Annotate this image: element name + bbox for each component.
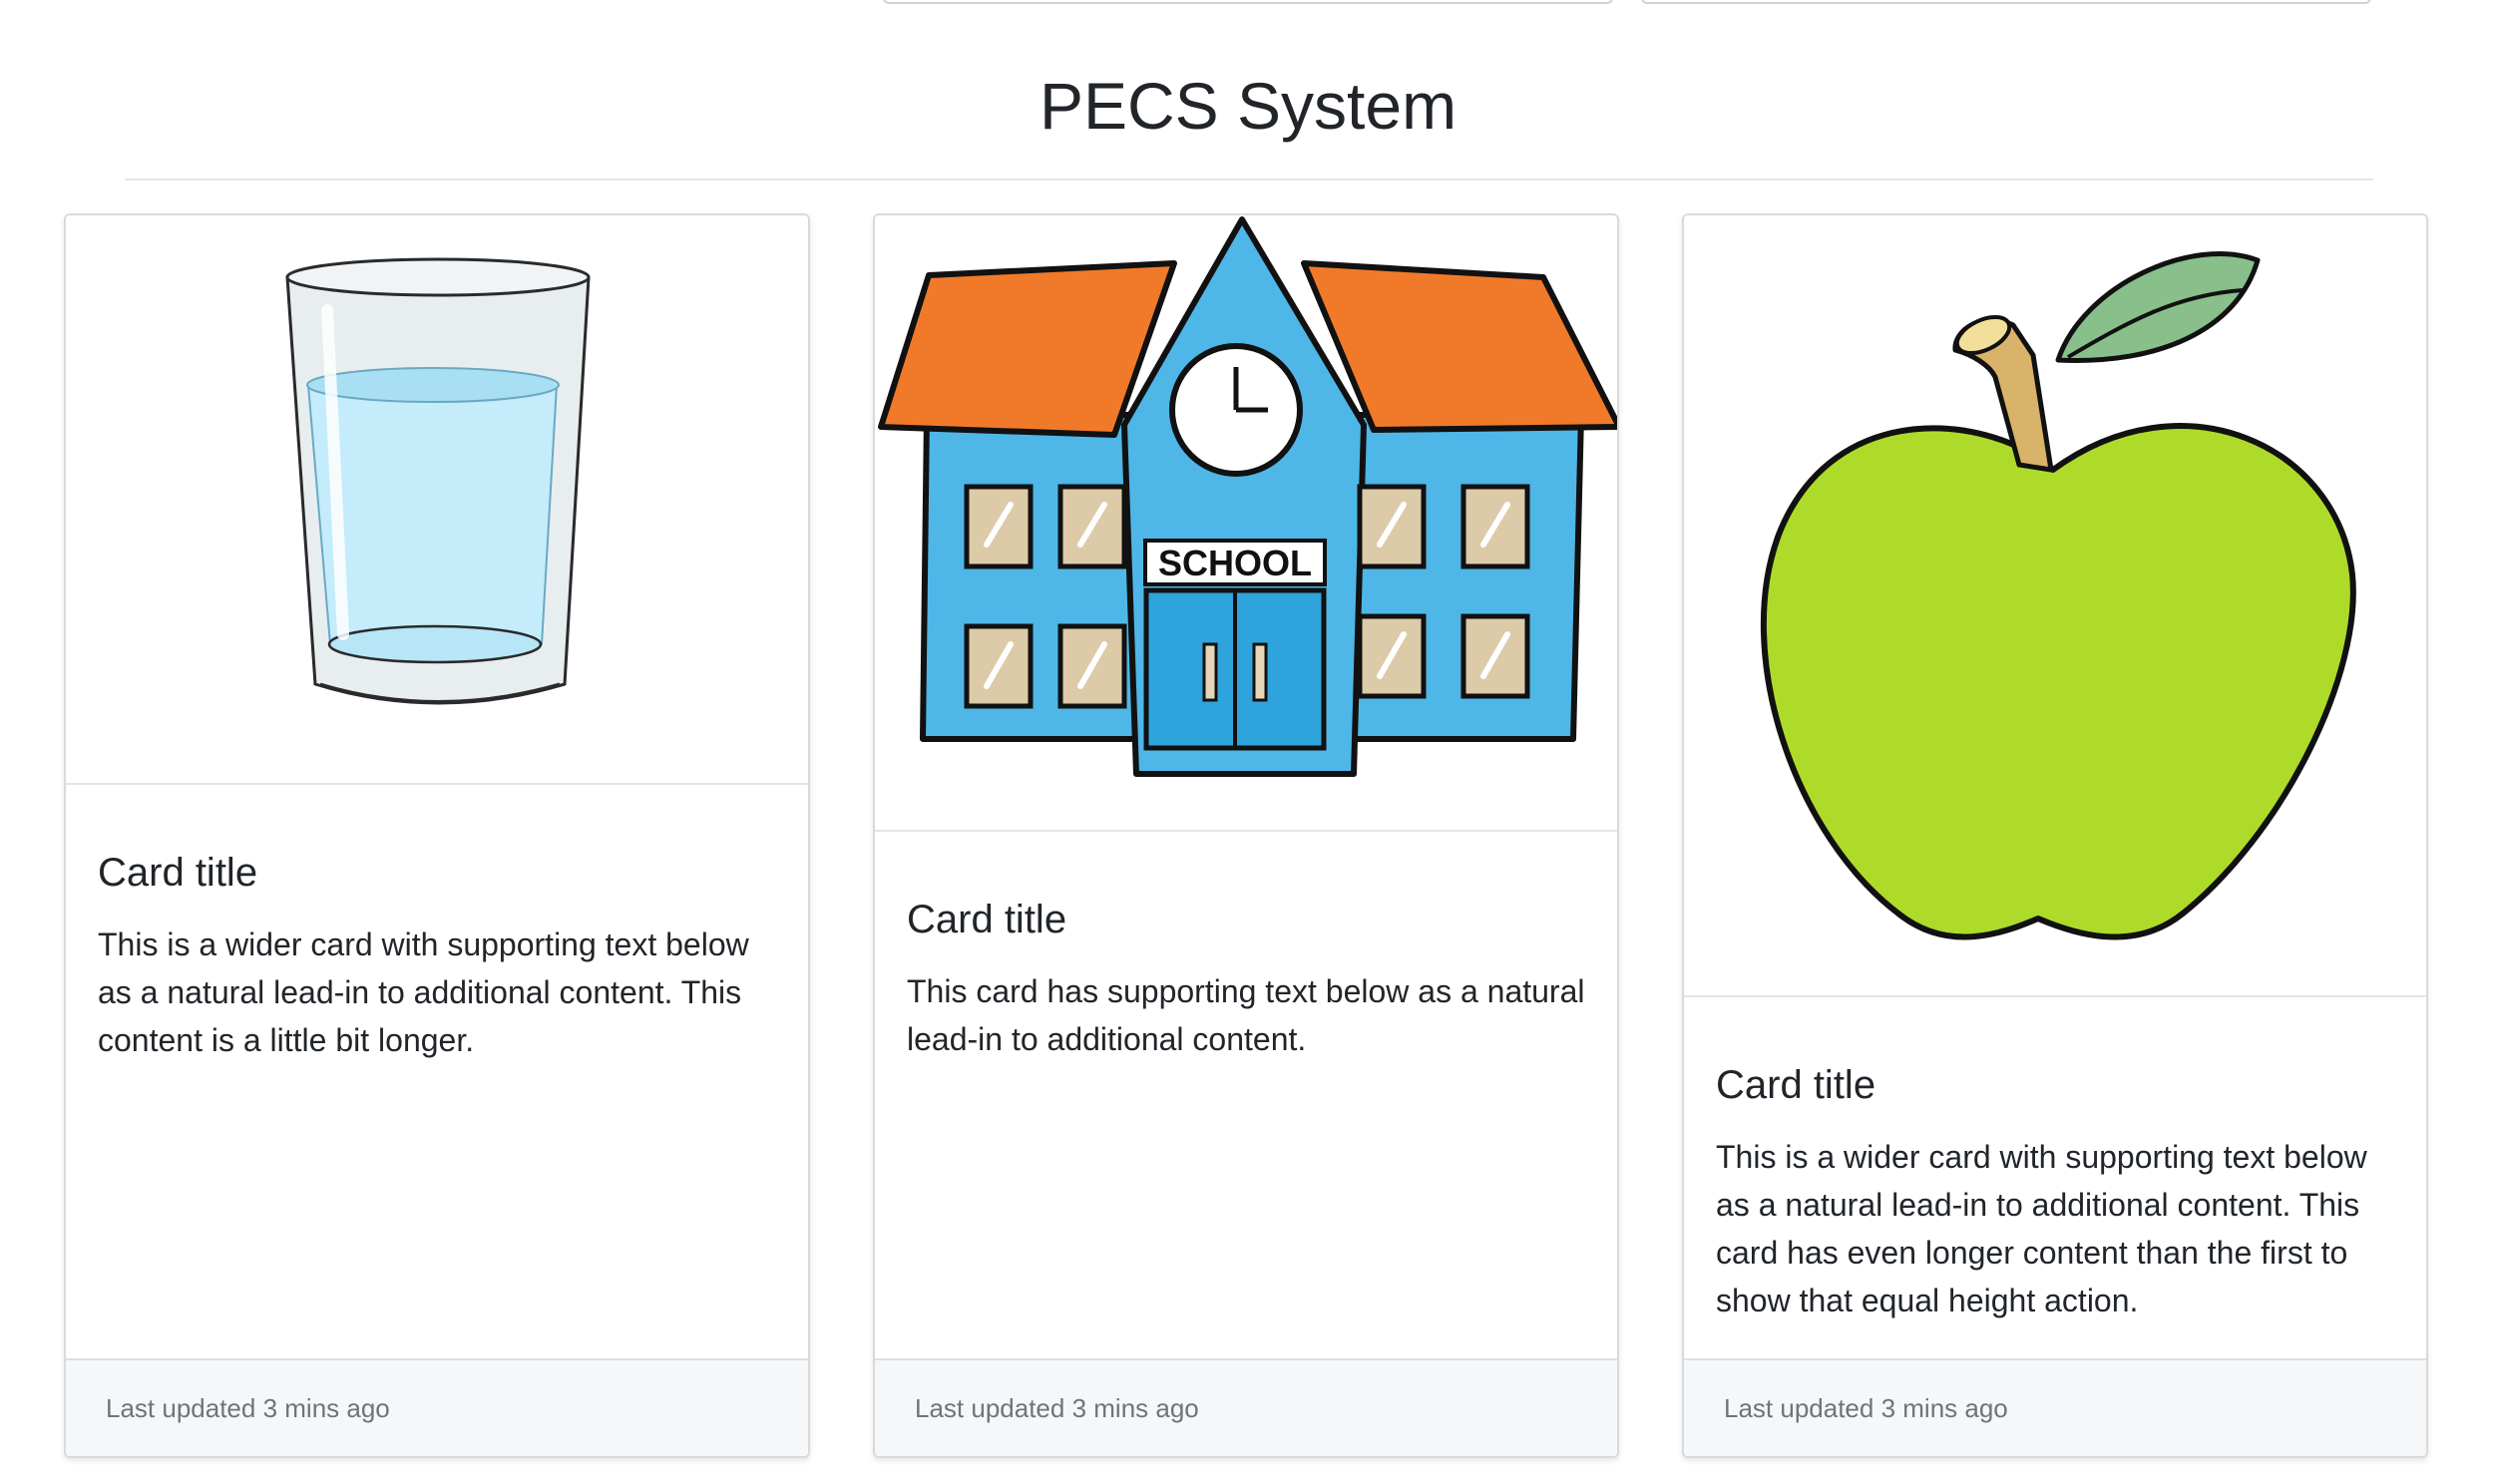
title-divider xyxy=(125,179,2373,181)
previous-card-edge xyxy=(1641,0,2371,4)
card-title: Card title xyxy=(98,851,258,895)
pecs-card-water[interactable]: Card title This is a wider card with sup… xyxy=(64,213,810,1458)
card-text: This is a wider card with supporting tex… xyxy=(98,927,749,1058)
glass-of-water-image xyxy=(66,215,808,785)
last-updated-text: Last updated 3 mins ago xyxy=(1724,1392,2008,1423)
green-apple-image xyxy=(1684,215,2426,997)
previous-card-edge xyxy=(883,0,1613,4)
card-footer: Last updated 3 mins ago xyxy=(66,1358,808,1456)
pecs-card-school[interactable]: SCHOOL Card title This card has supporti… xyxy=(873,213,1619,1458)
card-body: Card title This card has supporting text… xyxy=(875,832,1617,1063)
card-footer: Last updated 3 mins ago xyxy=(1684,1358,2426,1456)
card-title: Card title xyxy=(907,898,1067,941)
pecs-card-apple[interactable]: Card title This is a wider card with sup… xyxy=(1682,213,2428,1458)
card-footer: Last updated 3 mins ago xyxy=(875,1358,1617,1456)
card-body: Card title This is a wider card with sup… xyxy=(66,785,808,1064)
last-updated-text: Last updated 3 mins ago xyxy=(915,1392,1199,1423)
card-text: This is a wider card with supporting tex… xyxy=(1716,1139,2367,1318)
school-building-image: SCHOOL xyxy=(875,215,1617,832)
card-text: This card has supporting text below as a… xyxy=(907,973,1585,1057)
card-title: Card title xyxy=(1716,1063,1876,1107)
page-title: PECS System xyxy=(1039,69,1457,143)
card-body: Card title This is a wider card with sup… xyxy=(1684,997,2426,1324)
page: PECS System Card title This is a wider c… xyxy=(0,0,2496,1484)
last-updated-text: Last updated 3 mins ago xyxy=(106,1392,390,1423)
school-sign-text: SCHOOL xyxy=(1158,543,1312,583)
